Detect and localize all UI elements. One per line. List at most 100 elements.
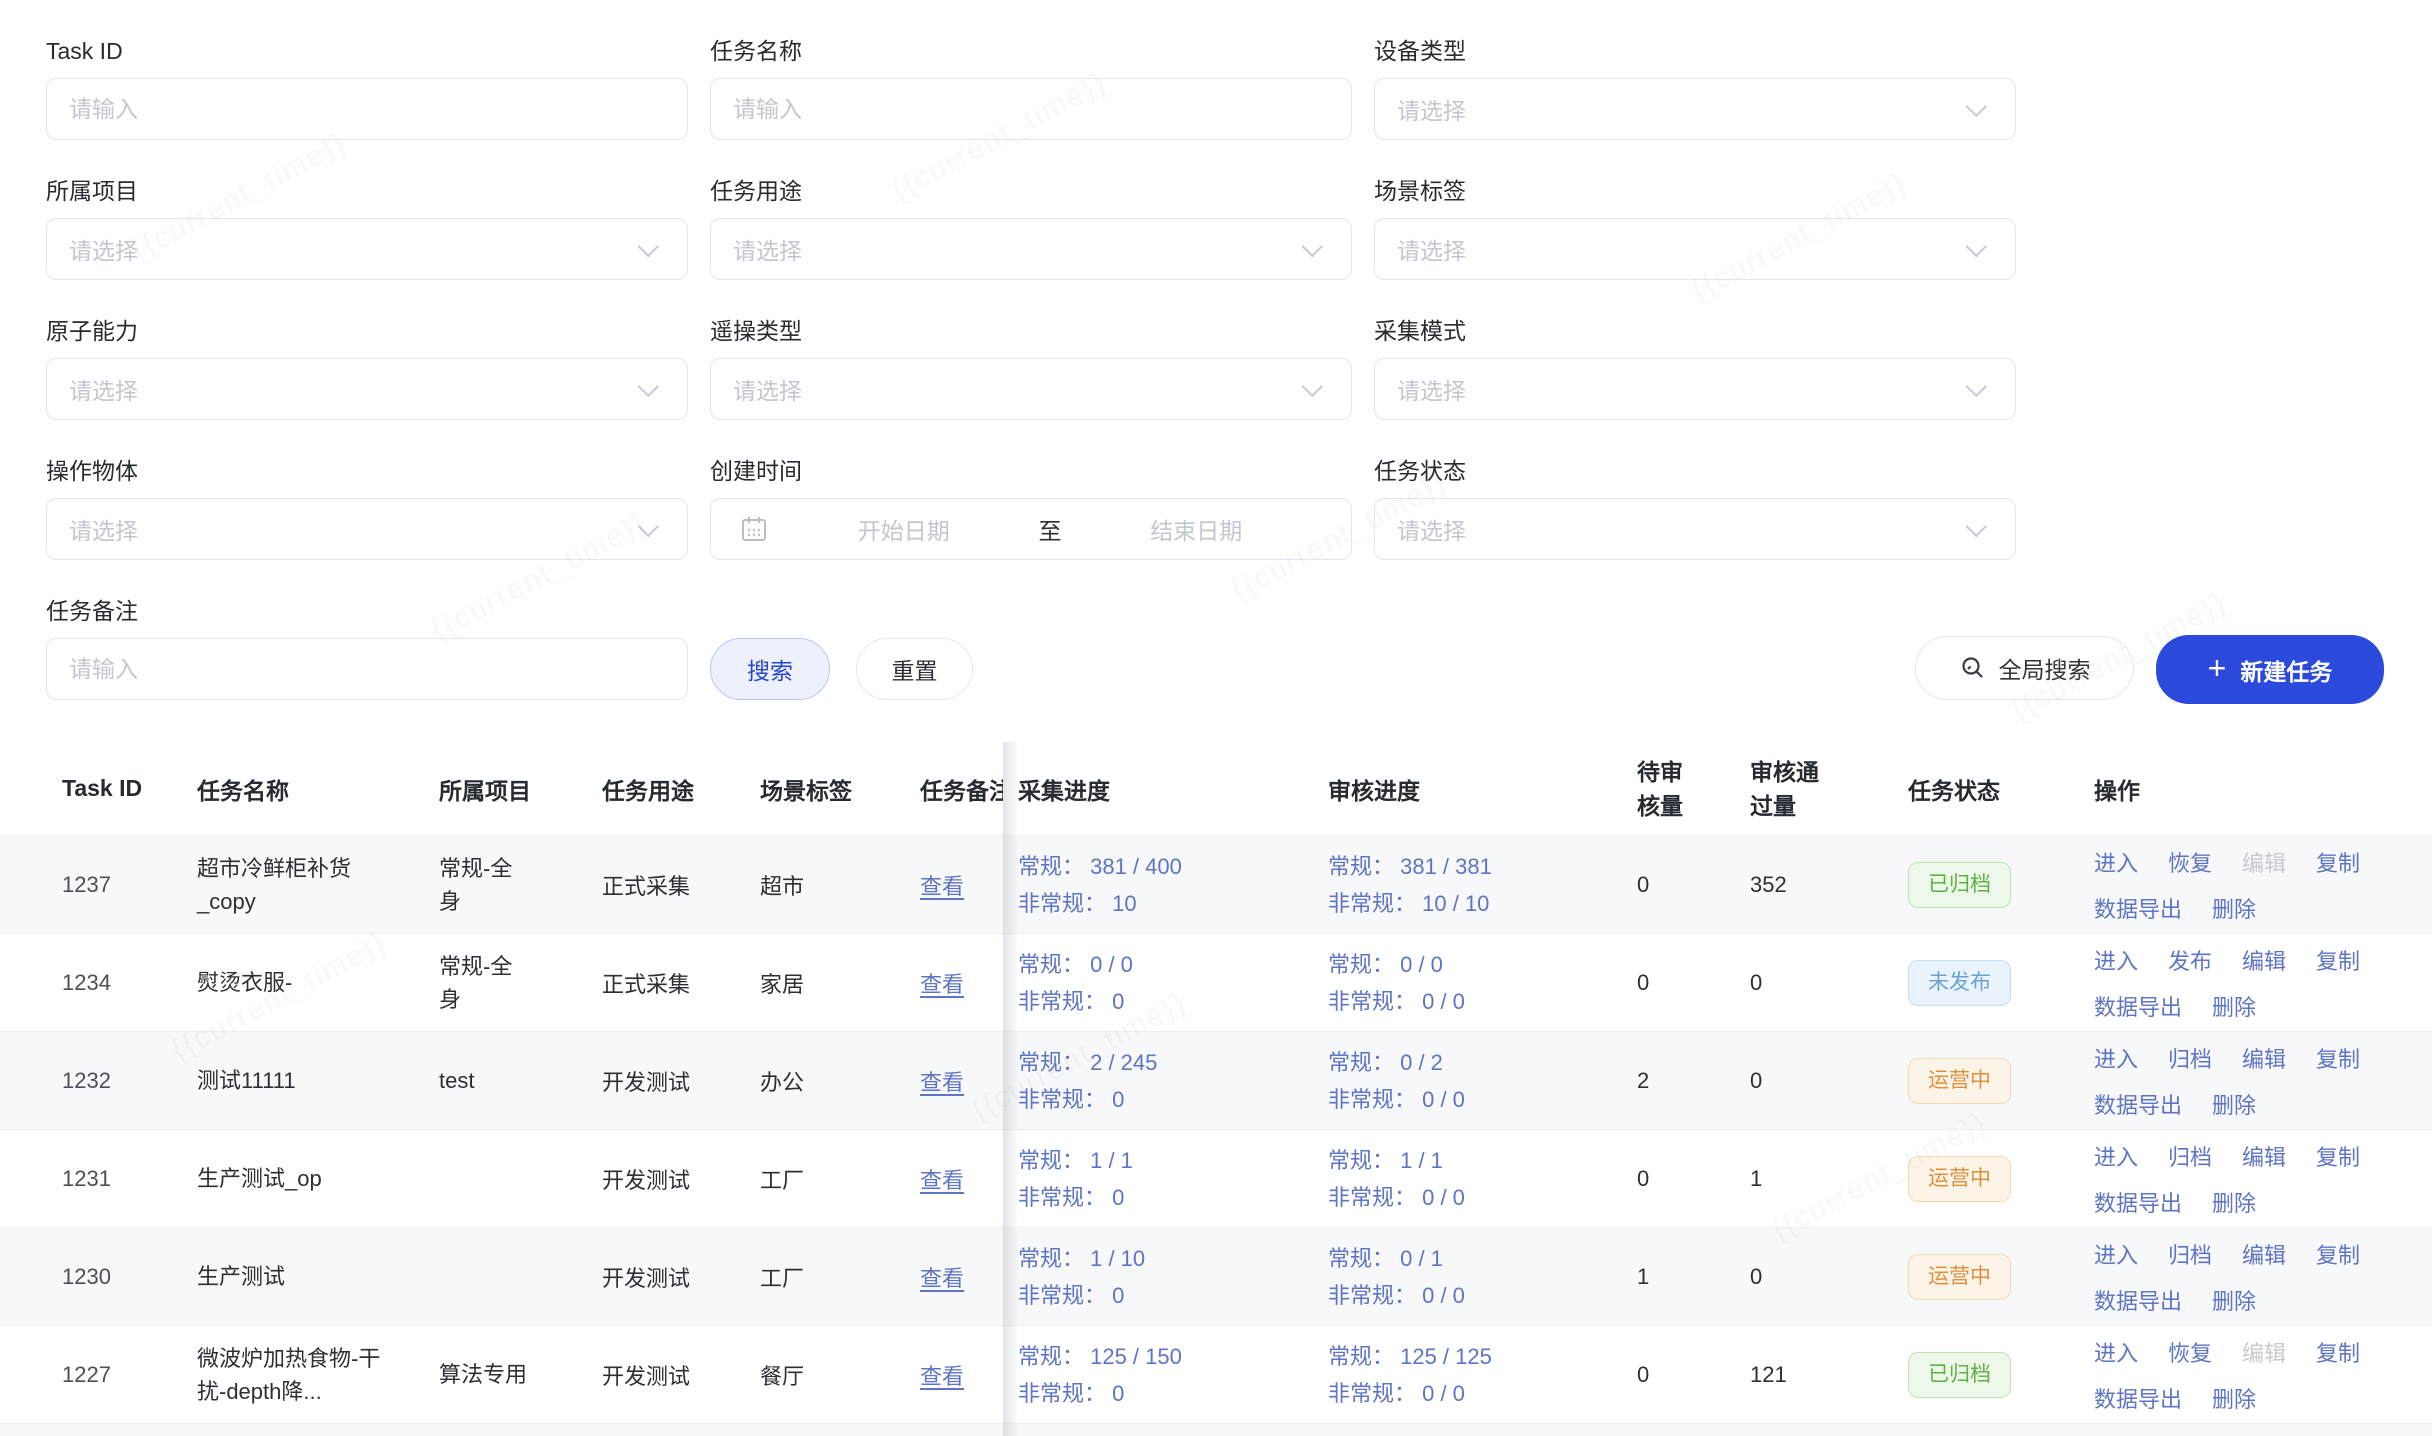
action-archive[interactable]: 归档 [2168, 1140, 2212, 1172]
col-header-name: 任务名称 [197, 742, 439, 835]
cell-note: 查看 [920, 1130, 1003, 1227]
action-export[interactable]: 数据导出 [2094, 1088, 2182, 1120]
object-select[interactable]: 请选择 [46, 498, 688, 560]
table-header-row: Task ID 任务名称 所属项目 任务用途 场景标签 任务备注 采集进度 审核… [0, 742, 2432, 835]
cell-purpose: 正式采集 [602, 836, 760, 933]
cell-purpose: 开发测试 [602, 1326, 760, 1423]
cell-pending-count: 2 [1622, 1032, 1735, 1129]
create-task-button[interactable]: + 新建任务 [2156, 635, 2384, 704]
search-button[interactable]: 搜索 [710, 638, 830, 700]
view-note-link[interactable]: 查看 [920, 869, 1003, 901]
cell-scene: 工厂 [760, 1130, 920, 1227]
action-delete[interactable]: 删除 [2212, 1186, 2256, 1218]
filter-label: 任务名称 [710, 38, 1352, 64]
action-enter[interactable]: 进入 [2094, 1238, 2138, 1270]
action-enter[interactable]: 进入 [2094, 1042, 2138, 1074]
task-name-input[interactable] [710, 78, 1352, 140]
action-export[interactable]: 数据导出 [2094, 990, 2182, 1022]
cell-scene: 超市 [760, 836, 920, 933]
collect-mode-select[interactable]: 请选择 [1374, 358, 2016, 420]
cell-review-progress: 常规： 1 / 1非常规： 0 / 0 [1313, 1130, 1622, 1227]
atomic-select[interactable]: 请选择 [46, 358, 688, 420]
action-restore[interactable]: 恢复 [2168, 1336, 2212, 1368]
col-header-review: 审核进度 [1313, 742, 1622, 835]
action-delete[interactable]: 删除 [2212, 1088, 2256, 1120]
filter-label: 原子能力 [46, 318, 688, 344]
filter-task-name: 任务名称 [710, 38, 1352, 140]
teleop-select[interactable]: 请选择 [710, 358, 1352, 420]
cell-passed-count: 121 [1735, 1326, 1878, 1423]
start-date-placeholder[interactable]: 开始日期 [769, 512, 1039, 546]
scene-tag-select[interactable]: 请选择 [1374, 218, 2016, 280]
action-archive[interactable]: 归档 [2168, 1238, 2212, 1270]
action-edit[interactable]: 编辑 [2242, 1336, 2286, 1368]
task-note-input[interactable] [46, 638, 688, 700]
filter-label: 操作物体 [46, 458, 688, 484]
cell-review-progress: 常规： 125 / 125非常规： 0 / 0 [1313, 1326, 1622, 1423]
action-copy[interactable]: 复制 [2316, 1238, 2360, 1270]
action-edit[interactable]: 编辑 [2242, 1238, 2286, 1270]
action-copy[interactable]: 复制 [2316, 944, 2360, 976]
action-export[interactable]: 数据导出 [2094, 1284, 2182, 1316]
view-note-link[interactable]: 查看 [920, 1261, 1003, 1293]
view-note-link[interactable]: 查看 [920, 967, 1003, 999]
view-note-link[interactable]: 查看 [920, 1359, 1003, 1391]
action-copy[interactable]: 复制 [2316, 846, 2360, 878]
cell-scene: 餐厅 [760, 1326, 920, 1423]
chevron-down-icon [1966, 376, 1987, 397]
end-date-placeholder[interactable]: 结束日期 [1062, 512, 1332, 546]
cell-status: 运营中 [1878, 1228, 2079, 1325]
action-delete[interactable]: 删除 [2212, 892, 2256, 924]
action-edit[interactable]: 编辑 [2242, 846, 2286, 878]
action-copy[interactable]: 复制 [2316, 1336, 2360, 1368]
action-copy[interactable]: 复制 [2316, 1140, 2360, 1172]
project-select[interactable]: 请选择 [46, 218, 688, 280]
chevron-down-icon [1302, 376, 1323, 397]
action-enter[interactable]: 进入 [2094, 846, 2138, 878]
task-status-select[interactable]: 请选择 [1374, 498, 2016, 560]
cell-actions: 进入 发布 编辑 复制 数据导出 删除 [2079, 934, 2417, 1031]
action-enter[interactable]: 进入 [2094, 944, 2138, 976]
cell-scene: 家居 [760, 934, 920, 1031]
cell-project: test [439, 1032, 602, 1129]
action-publish[interactable]: 发布 [2168, 944, 2212, 976]
cell-actions: 进入 恢复 编辑 复制 数据导出 删除 [2079, 836, 2417, 933]
task-id-input[interactable] [46, 78, 688, 140]
action-export[interactable]: 数据导出 [2094, 892, 2182, 924]
global-search-button[interactable]: 全局搜索 [1915, 636, 2134, 700]
action-archive[interactable]: 归档 [2168, 1042, 2212, 1074]
cell-purpose: 开发测试 [602, 1032, 760, 1129]
action-restore[interactable]: 恢复 [2168, 846, 2212, 878]
view-note-link[interactable]: 查看 [920, 1163, 1003, 1195]
table-row-partial [0, 1423, 2432, 1436]
cell-purpose: 正式采集 [602, 934, 760, 1031]
table-row: 1230 生产测试 开发测试 工厂 查看 常规： 1 / 10非常规： 0 常规… [0, 1227, 2432, 1325]
purpose-select[interactable]: 请选择 [710, 218, 1352, 280]
action-delete[interactable]: 删除 [2212, 1284, 2256, 1316]
cell-pending-count: 1 [1622, 1228, 1735, 1325]
action-enter[interactable]: 进入 [2094, 1336, 2138, 1368]
action-enter[interactable]: 进入 [2094, 1140, 2138, 1172]
cell-project: 算法专用 [439, 1326, 602, 1423]
cell-name: 超市冷鲜柜补货_copy [197, 836, 439, 933]
reset-button[interactable]: 重置 [856, 638, 973, 700]
table-row: 1227 微波炉加热食物-干扰-depth降... 算法专用 开发测试 餐厅 查… [0, 1325, 2432, 1423]
filter-label: 场景标签 [1374, 178, 2016, 204]
date-range-picker[interactable]: 开始日期 至 结束日期 [710, 498, 1352, 560]
action-edit[interactable]: 编辑 [2242, 944, 2286, 976]
action-copy[interactable]: 复制 [2316, 1042, 2360, 1074]
action-export[interactable]: 数据导出 [2094, 1186, 2182, 1218]
action-edit[interactable]: 编辑 [2242, 1140, 2286, 1172]
cell-pending-count: 0 [1622, 1326, 1735, 1423]
filter-scene-tag: 场景标签 请选择 [1374, 178, 2016, 280]
chevron-down-icon [1302, 236, 1323, 257]
device-type-select[interactable]: 请选择 [1374, 78, 2016, 140]
cell-actions: 进入 归档 编辑 复制 数据导出 删除 [2079, 1032, 2417, 1129]
view-note-link[interactable]: 查看 [920, 1065, 1003, 1097]
cell-task-id: 1227 [62, 1326, 197, 1423]
action-export[interactable]: 数据导出 [2094, 1382, 2182, 1414]
action-delete[interactable]: 删除 [2212, 1382, 2256, 1414]
cell-task-id: 1232 [62, 1032, 197, 1129]
action-delete[interactable]: 删除 [2212, 990, 2256, 1022]
action-edit[interactable]: 编辑 [2242, 1042, 2286, 1074]
